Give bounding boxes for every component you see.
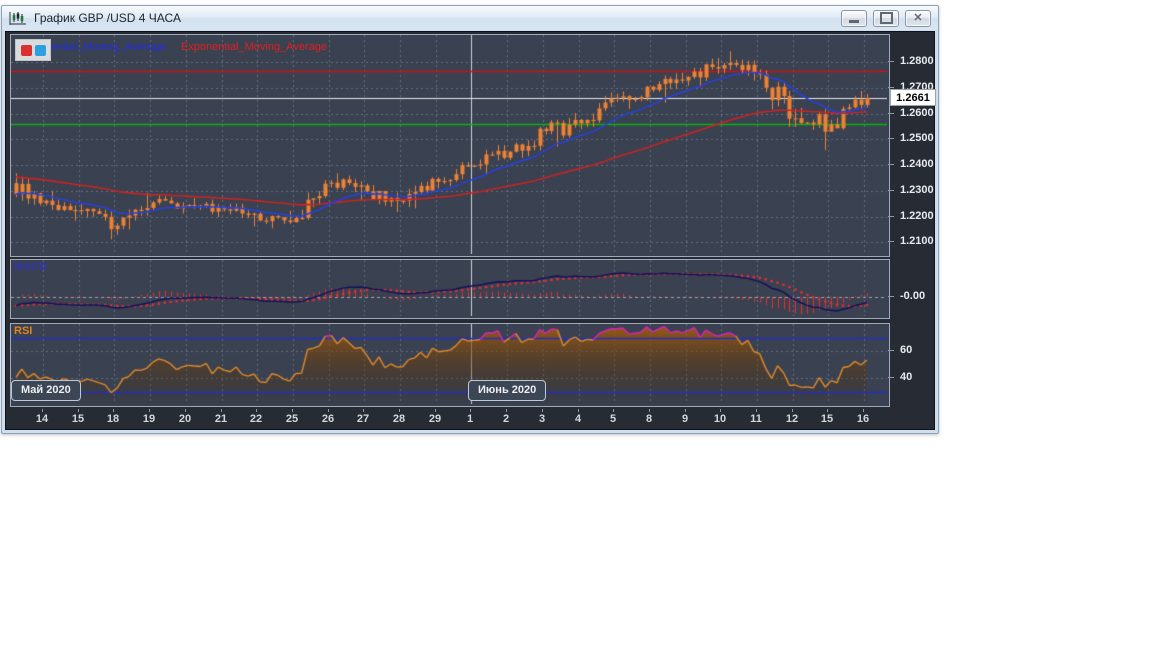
- minimize-button[interactable]: [841, 9, 867, 27]
- close-button[interactable]: ✕: [905, 9, 931, 27]
- price-axis-tick: [888, 241, 894, 242]
- time-axis-tick: [506, 409, 507, 412]
- time-axis-label: 14: [35, 413, 49, 425]
- time-axis-label: 29: [428, 413, 442, 425]
- time-axis-label: 26: [321, 413, 335, 425]
- price-axis-label: 1.2500: [900, 132, 934, 144]
- close-icon: ✕: [913, 11, 923, 24]
- macd-panel: MACD: [10, 259, 890, 319]
- macd-value-label: -0.00: [900, 290, 926, 302]
- time-axis-label: 5: [609, 413, 617, 425]
- time-axis-tick: [542, 409, 543, 412]
- price-axis-label: 1.2200: [900, 210, 934, 222]
- macd-panel-label: MACD: [14, 261, 47, 273]
- time-axis-tick: [435, 409, 436, 412]
- time-axis-label: 11: [750, 413, 762, 425]
- price-axis-tick: [888, 87, 894, 88]
- price-axis-label: 1.2600: [900, 107, 934, 119]
- time-axis-label: 15: [71, 413, 85, 425]
- rsi-axis-tick: [888, 350, 894, 351]
- time-axis-tick: [578, 409, 579, 412]
- window-title: График GBP /USD 4 ЧАСА: [34, 11, 181, 25]
- time-axis-label: 22: [249, 413, 263, 425]
- time-axis-tick: [78, 409, 79, 412]
- time-axis-tick: [792, 409, 793, 412]
- price-axis-label: 1.2100: [900, 235, 934, 247]
- month-label-june: Июнь 2020: [468, 380, 547, 401]
- red-swatch-icon: [20, 44, 32, 56]
- time-axis-tick: [149, 409, 150, 412]
- current-price-tag: 1.2661: [890, 89, 936, 106]
- time-axis-label: 18: [106, 413, 120, 425]
- time-axis-tick: [827, 409, 828, 412]
- blue-swatch-icon: [34, 44, 46, 56]
- price-axis-tick: [888, 138, 894, 139]
- time-axis-tick: [221, 409, 222, 412]
- time-axis-tick: [470, 409, 471, 412]
- time-axis-tick: [256, 409, 257, 412]
- chart-window: График GBP /USD 4 ЧАСА ✕ ential_Moving_A…: [1, 5, 939, 434]
- minimize-icon: [849, 19, 859, 23]
- time-axis-tick: [363, 409, 364, 412]
- time-axis-label: 28: [392, 413, 406, 425]
- legend-ema-slow-label: Exponential_Moving_Average: [181, 41, 327, 53]
- time-axis-label: 19: [142, 413, 156, 425]
- time-axis-label: 15: [820, 413, 834, 425]
- price-axis-tick: [888, 61, 894, 62]
- rsi-axis-tick: [888, 377, 894, 378]
- legend-swatch-box: [15, 39, 51, 61]
- rsi-canvas[interactable]: [11, 324, 887, 404]
- price-axis-label: 1.2400: [900, 158, 934, 170]
- time-axis-tick: [613, 409, 614, 412]
- macd-axis-tick: [888, 296, 894, 297]
- time-axis-label: 20: [178, 413, 192, 425]
- price-axis-label: 1.2300: [900, 184, 934, 196]
- price-axis-tick: [888, 190, 894, 191]
- time-axis-tick: [185, 409, 186, 412]
- time-axis-tick: [292, 409, 293, 412]
- price-chart-canvas[interactable]: [11, 35, 887, 254]
- time-axis-tick: [863, 409, 864, 412]
- maximize-icon: [879, 12, 893, 24]
- title-bar[interactable]: График GBP /USD 4 ЧАСА ✕: [2, 6, 938, 30]
- time-axis-tick: [42, 409, 43, 412]
- time-axis: 14 15 18 19 20 21 22 25 26 27 28 29 1 2 3 4 5 8 9 10 11 12 15 1…: [10, 409, 888, 428]
- legend-ema-fast-label: ential_Moving_Average: [51, 41, 166, 53]
- rsi-axis-label: 40: [900, 371, 913, 383]
- chart-client-area: ential_Moving_Average Exponential_Moving…: [5, 31, 936, 430]
- macd-canvas[interactable]: [11, 260, 887, 316]
- month-label-may: Май 2020: [11, 380, 81, 401]
- price-axis-tick: [888, 216, 894, 217]
- time-axis-label: 25: [285, 413, 299, 425]
- price-panel: ential_Moving_Average Exponential_Moving…: [10, 34, 890, 257]
- rsi-panel: RSI: [10, 323, 890, 407]
- time-axis-label: 8: [645, 413, 653, 425]
- price-axis-tick: [888, 164, 894, 165]
- rsi-axis-label: 60: [900, 344, 913, 356]
- time-axis-label: 12: [785, 413, 799, 425]
- time-axis-label: 9: [681, 413, 689, 425]
- time-axis-tick: [685, 409, 686, 412]
- time-axis-tick: [756, 409, 757, 412]
- time-axis-tick: [649, 409, 650, 412]
- time-axis-tick: [328, 409, 329, 412]
- time-axis-label: 27: [356, 413, 370, 425]
- price-axis-tick: [888, 113, 894, 114]
- rsi-panel-label: RSI: [14, 325, 33, 337]
- time-axis-label: 4: [574, 413, 582, 425]
- time-axis-label: 16: [856, 413, 870, 425]
- time-axis-tick: [720, 409, 721, 412]
- time-axis-tick: [399, 409, 400, 412]
- time-axis-label: 3: [538, 413, 546, 425]
- time-axis-label: 10: [713, 413, 727, 425]
- time-axis-label: 2: [502, 413, 510, 425]
- candlestick-chart-icon: [9, 11, 26, 25]
- time-axis-tick: [113, 409, 114, 412]
- time-axis-label: 1: [466, 413, 474, 425]
- maximize-button[interactable]: [873, 9, 899, 27]
- time-axis-label: 21: [214, 413, 228, 425]
- price-axis-label: 1.2800: [900, 55, 934, 67]
